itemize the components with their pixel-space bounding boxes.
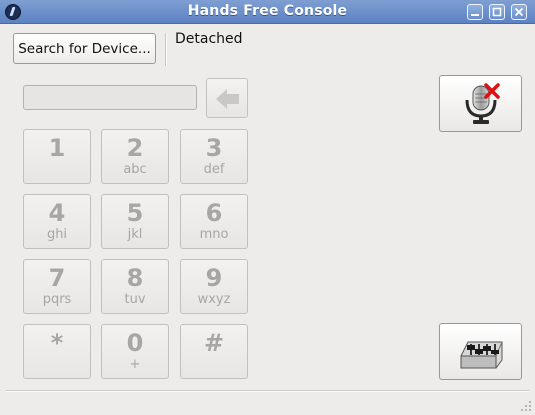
key-letters: jkl xyxy=(127,227,143,242)
toolbar-separator xyxy=(165,33,167,66)
key-digit: 5 xyxy=(126,199,144,227)
resize-grip-icon[interactable] xyxy=(520,400,532,412)
maximize-icon[interactable] xyxy=(489,4,505,20)
key-letters: abc xyxy=(123,162,147,177)
close-icon[interactable] xyxy=(511,4,527,20)
number-entry[interactable] xyxy=(23,85,197,110)
key-digit: 8 xyxy=(126,264,144,292)
dial-key-1[interactable]: 1 xyxy=(23,129,91,184)
dial-key-8[interactable]: 8 tuv xyxy=(101,259,169,314)
key-digit: 9 xyxy=(205,264,223,292)
dial-key-4[interactable]: 4 ghi xyxy=(23,194,91,249)
audio-mixer-button[interactable] xyxy=(439,323,522,380)
key-letters: tuv xyxy=(124,292,146,307)
connection-status: Detached xyxy=(175,31,243,47)
window-title: Hands Free Console xyxy=(187,3,348,19)
dial-key-2[interactable]: 2 abc xyxy=(101,129,169,184)
key-digit: 0 xyxy=(126,329,144,357)
statusbar-separator xyxy=(6,390,529,392)
key-letters: mno xyxy=(199,227,229,242)
backspace-button[interactable] xyxy=(206,78,248,118)
dial-key-9[interactable]: 9 wxyz xyxy=(180,259,248,314)
backspace-arrow-icon xyxy=(216,89,239,109)
key-letters: + xyxy=(129,357,141,372)
key-letters: wxyz xyxy=(197,292,231,307)
key-digit: 4 xyxy=(48,199,66,227)
dial-key-6[interactable]: 6 mno xyxy=(180,194,248,249)
key-digit: 1 xyxy=(48,134,66,162)
key-letters: def xyxy=(203,162,225,177)
dial-key-5[interactable]: 5 jkl xyxy=(101,194,169,249)
dial-key-hash[interactable]: # xyxy=(180,324,248,379)
mute-microphone-button[interactable] xyxy=(439,75,522,132)
dial-key-0[interactable]: 0 + xyxy=(101,324,169,379)
minimize-icon[interactable] xyxy=(467,4,483,20)
dial-key-3[interactable]: 3 def xyxy=(180,129,248,184)
audio-mixer-icon xyxy=(460,341,503,369)
search-device-button[interactable]: Search for Device... xyxy=(13,33,156,64)
key-digit: 7 xyxy=(48,264,66,292)
microphone-muted-icon xyxy=(465,83,500,124)
key-letters: ghi xyxy=(46,227,68,242)
dial-key-7[interactable]: 7 pqrs xyxy=(23,259,91,314)
key-digit: 6 xyxy=(205,199,223,227)
key-digit: 2 xyxy=(126,134,144,162)
key-digit: * xyxy=(50,329,64,357)
key-digit: 3 xyxy=(205,134,223,162)
key-digit: # xyxy=(203,329,225,357)
dial-key-star[interactable]: * xyxy=(23,324,91,379)
key-letters: pqrs xyxy=(42,292,72,307)
title-bar[interactable]: Hands Free Console xyxy=(0,0,535,24)
